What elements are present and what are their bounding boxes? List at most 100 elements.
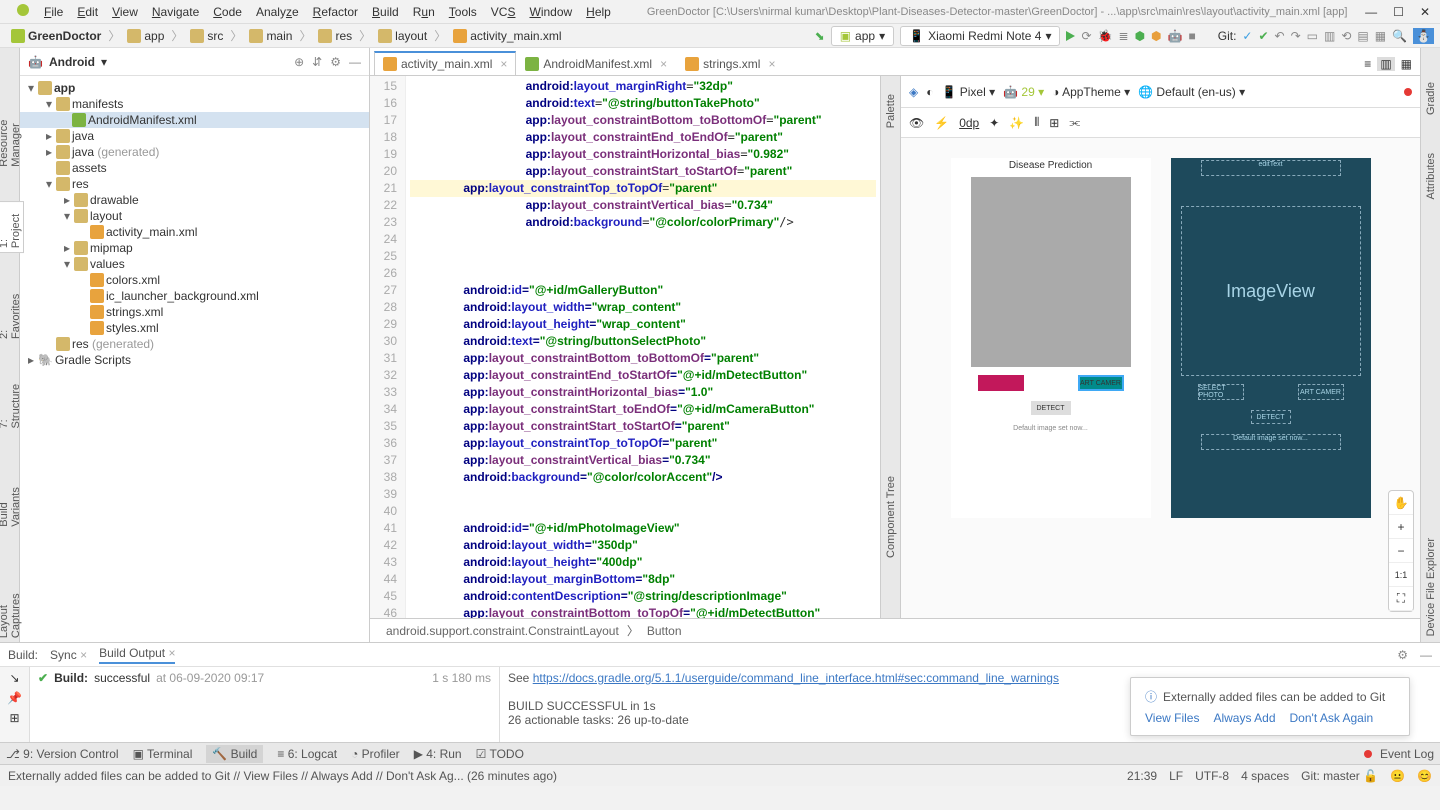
- apply-changes-icon[interactable]: ⟳: [1081, 29, 1091, 43]
- git-revert-icon[interactable]: ↷: [1291, 29, 1301, 43]
- status-pos[interactable]: 21:39: [1127, 769, 1157, 783]
- tab-project[interactable]: 1: Project: [0, 201, 24, 253]
- design-orient-icon[interactable]: ◐: [926, 85, 933, 99]
- target-icon[interactable]: ⊕: [294, 55, 304, 69]
- run-button[interactable]: [1066, 31, 1075, 41]
- view-split-icon[interactable]: ▥: [1377, 57, 1394, 71]
- toast-dont-ask[interactable]: Don't Ask Again: [1290, 711, 1374, 725]
- build-hide-icon[interactable]: —: [1420, 648, 1432, 662]
- build-tab-output[interactable]: Build Output ×: [99, 646, 175, 664]
- menu-window[interactable]: Window: [523, 3, 578, 21]
- bb-eventlog[interactable]: Event Log: [1380, 747, 1434, 761]
- minimize-button[interactable]: —: [1365, 5, 1377, 19]
- view-code-icon[interactable]: ≡: [1364, 57, 1371, 71]
- coverage-icon[interactable]: ⬢: [1135, 29, 1145, 43]
- status-enc[interactable]: UTF-8: [1195, 769, 1229, 783]
- build-gear-icon[interactable]: ⚙: [1397, 648, 1408, 662]
- design-eye-icon[interactable]: ◈: [909, 85, 918, 99]
- device-combo[interactable]: 📱Xiaomi Redmi Note 4 ▾: [900, 26, 1060, 46]
- sdk-icon[interactable]: ▥: [1324, 29, 1335, 43]
- code-editor[interactable]: android:layout_marginRight="32dp" androi…: [406, 76, 880, 618]
- hide-icon[interactable]: —: [349, 55, 361, 69]
- menu-run[interactable]: Run: [407, 3, 441, 21]
- bb-vcs[interactable]: ⎇ 9: Version Control: [6, 747, 119, 761]
- hammer-icon[interactable]: ⬊: [815, 29, 825, 43]
- menu-vcs[interactable]: VCS: [485, 3, 522, 21]
- editor-tab-activity[interactable]: activity_main.xml×: [374, 51, 516, 75]
- design-theme[interactable]: ◑ AppTheme ▾: [1052, 85, 1130, 99]
- filter-icon[interactable]: ⇵: [312, 55, 322, 69]
- bb-profiler[interactable]: ◔ Profiler: [351, 747, 400, 761]
- tab-component-tree[interactable]: Component Tree: [884, 472, 898, 562]
- tab-attributes[interactable]: Attributes: [1424, 149, 1438, 203]
- menu-edit[interactable]: Edit: [71, 3, 104, 21]
- pan-icon[interactable]: ✋: [1389, 491, 1413, 515]
- close-icon[interactable]: ×: [500, 57, 507, 71]
- menu-refactor[interactable]: Refactor: [307, 3, 364, 21]
- search-icon[interactable]: 🔍: [1392, 29, 1407, 43]
- bb-todo[interactable]: ☑ TODO: [476, 747, 524, 761]
- profile-icon[interactable]: ≣: [1119, 29, 1129, 43]
- wand-icon[interactable]: ✦: [989, 116, 999, 130]
- crumb-root[interactable]: GreenDoctor: [6, 27, 106, 45]
- menu-help[interactable]: Help: [580, 3, 617, 21]
- crumb-layout-root[interactable]: android.support.constraint.ConstraintLay…: [386, 624, 619, 638]
- magic-icon[interactable]: ✨: [1009, 116, 1024, 130]
- view-icon[interactable]: 👁: [909, 116, 924, 130]
- user-icon[interactable]: ⛄: [1413, 28, 1434, 44]
- status-face1[interactable]: 😐: [1390, 769, 1405, 783]
- view-design-icon[interactable]: ▦: [1401, 57, 1412, 71]
- editor-tab-manifest[interactable]: AndroidManifest.xml×: [516, 52, 676, 75]
- bb-run[interactable]: ▶ 4: Run: [414, 747, 462, 761]
- run-config-combo[interactable]: ▣app ▾: [831, 26, 894, 46]
- tab-build-variants[interactable]: Build Variants: [0, 462, 23, 531]
- tree-activity-main[interactable]: activity_main.xml: [20, 224, 369, 240]
- design-locale[interactable]: 🌐 Default (en-us) ▾: [1138, 85, 1245, 99]
- tab-layout-captures[interactable]: Layout Captures: [0, 561, 23, 642]
- tree-manifest[interactable]: AndroidManifest.xml: [20, 112, 369, 128]
- guideline-icon[interactable]: ⊞: [1049, 116, 1059, 130]
- stop-icon[interactable]: ■: [1188, 29, 1195, 43]
- design-surface[interactable]: Disease Prediction ART CAMER DETECT Defa…: [951, 158, 1151, 518]
- debug-icon[interactable]: 🐞: [1098, 29, 1113, 43]
- margin-combo[interactable]: 0dp: [959, 116, 979, 130]
- bb-terminal[interactable]: ▣ Terminal: [133, 747, 193, 761]
- menu-file[interactable]: FFileile: [38, 3, 69, 21]
- align-icon[interactable]: ⫴: [1034, 115, 1039, 130]
- bb-logcat[interactable]: ≡ 6: Logcat: [277, 747, 337, 761]
- tab-device-file-explorer[interactable]: Device File Explorer: [1424, 534, 1438, 640]
- error-badge[interactable]: [1404, 88, 1412, 96]
- crumb-file[interactable]: activity_main.xml: [448, 27, 566, 45]
- zoom-in-button[interactable]: +: [1389, 515, 1413, 539]
- toast-view-files[interactable]: View Files: [1145, 711, 1199, 725]
- status-lf[interactable]: LF: [1169, 769, 1183, 783]
- crumb-src[interactable]: src: [185, 27, 228, 45]
- tab-palette[interactable]: Palette: [884, 90, 898, 132]
- maximize-button[interactable]: ☐: [1393, 5, 1404, 19]
- build-tab-sync[interactable]: Sync ×: [50, 648, 87, 662]
- crumb-main[interactable]: main: [244, 27, 297, 45]
- menu-navigate[interactable]: Navigate: [146, 3, 205, 21]
- attach-icon[interactable]: ⬢: [1151, 29, 1161, 43]
- avd-icon[interactable]: ▭: [1307, 29, 1318, 43]
- zoom-out-button[interactable]: −: [1389, 539, 1413, 563]
- crumb-layout-child[interactable]: Button: [647, 624, 682, 638]
- tab-structure[interactable]: 7: Structure: [0, 373, 23, 432]
- project-tree[interactable]: ▾app ▾manifests AndroidManifest.xml ▸jav…: [20, 76, 369, 642]
- sync-icon[interactable]: ⟲: [1341, 29, 1351, 43]
- build-pin-icon[interactable]: 📌: [7, 691, 22, 705]
- tab-resource-manager[interactable]: Resource Manager: [0, 78, 23, 171]
- blueprint-surface[interactable]: editText ImageView SELECT PHOTOART CAMER…: [1171, 158, 1371, 518]
- menu-analyze[interactable]: Analyze: [250, 3, 305, 21]
- status-indent[interactable]: 4 spaces: [1241, 769, 1289, 783]
- project-scope[interactable]: Android: [49, 55, 95, 69]
- tab-favorites[interactable]: 2: Favorites: [0, 283, 23, 343]
- tab-gradle[interactable]: Gradle: [1424, 78, 1438, 119]
- more2-icon[interactable]: ▦: [1375, 29, 1386, 43]
- git-commit-icon[interactable]: ✔: [1258, 29, 1268, 43]
- close-button[interactable]: ✕: [1420, 5, 1430, 19]
- toggle-icon[interactable]: ⚡: [934, 116, 949, 130]
- status-face2[interactable]: 😊: [1417, 769, 1432, 783]
- menu-build[interactable]: Build: [366, 3, 405, 21]
- build-filter-icon[interactable]: ↘: [9, 671, 19, 685]
